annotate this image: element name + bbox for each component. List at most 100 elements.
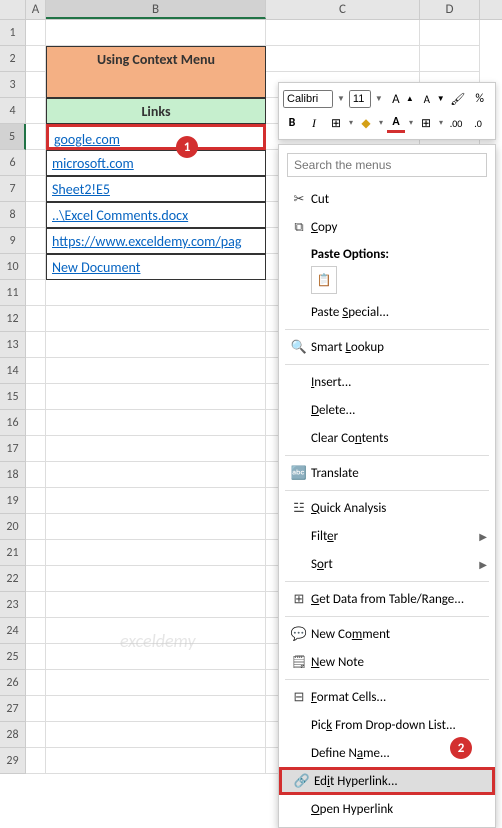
row-header[interactable]: 16 <box>0 410 26 436</box>
clear-contents-item[interactable]: Clear Contents <box>279 424 495 452</box>
dropdown-icon[interactable]: ▾ <box>349 118 353 128</box>
hyperlink[interactable]: google.com <box>54 131 120 148</box>
link-cell[interactable]: ..\Excel Comments.docx <box>46 202 266 228</box>
cell[interactable] <box>46 462 266 488</box>
cell[interactable] <box>26 20 46 46</box>
bold-button[interactable]: B <box>283 113 301 133</box>
cell[interactable] <box>26 384 46 410</box>
delete-item[interactable]: Delete... <box>279 396 495 424</box>
new-note-item[interactable]: 🗒New Note <box>279 648 495 676</box>
link-cell[interactable]: New Document <box>46 254 266 280</box>
row-header[interactable]: 21 <box>0 540 26 566</box>
row-header[interactable]: 18 <box>0 462 26 488</box>
sort-item[interactable]: Sort▶ <box>279 550 495 578</box>
hyperlink[interactable]: New Document <box>52 259 140 276</box>
cell[interactable] <box>46 332 266 358</box>
row-header[interactable]: 4 <box>0 98 26 124</box>
font-color-button[interactable]: A <box>387 113 405 133</box>
fill-color-button[interactable]: ◆ <box>357 113 375 133</box>
increase-font-button[interactable]: A <box>387 89 405 109</box>
hyperlink[interactable]: ..\Excel Comments.docx <box>52 207 188 224</box>
cell[interactable] <box>26 748 46 774</box>
cell[interactable] <box>26 332 46 358</box>
col-header-b[interactable]: B <box>46 0 266 19</box>
dropdown-icon[interactable]: ▾ <box>409 118 413 128</box>
row-header[interactable]: 6 <box>0 150 26 176</box>
translate-item[interactable]: 🔤Translate <box>279 459 495 487</box>
cell[interactable] <box>26 254 46 280</box>
cell[interactable] <box>26 410 46 436</box>
cell[interactable] <box>26 176 46 202</box>
row-header[interactable]: 3 <box>0 72 26 98</box>
cell[interactable] <box>46 644 266 670</box>
paste-icon-button[interactable]: 📋 <box>311 266 337 294</box>
cell[interactable] <box>26 436 46 462</box>
cell[interactable] <box>46 436 266 462</box>
cell[interactable] <box>46 410 266 436</box>
cell[interactable] <box>420 46 480 72</box>
row-header[interactable]: 9 <box>0 228 26 254</box>
cell[interactable] <box>26 462 46 488</box>
row-header[interactable]: 27 <box>0 696 26 722</box>
cell[interactable] <box>46 514 266 540</box>
cut-item[interactable]: ✂Cut <box>279 185 495 213</box>
cell[interactable] <box>420 20 480 46</box>
cell[interactable] <box>46 696 266 722</box>
cell[interactable] <box>26 150 46 176</box>
cell[interactable] <box>46 722 266 748</box>
row-header[interactable]: 19 <box>0 488 26 514</box>
row-header[interactable]: 20 <box>0 514 26 540</box>
insert-item[interactable]: Insert... <box>279 368 495 396</box>
paste-special-item[interactable]: Paste Special... <box>279 298 495 326</box>
row-header[interactable]: 24 <box>0 618 26 644</box>
row-header[interactable]: 17 <box>0 436 26 462</box>
cell[interactable] <box>26 358 46 384</box>
cell[interactable] <box>46 20 266 46</box>
edit-hyperlink-item[interactable]: 🔗Edit Hyperlink... <box>279 767 495 795</box>
row-header[interactable]: 10 <box>0 254 26 280</box>
smart-lookup-item[interactable]: 🔍Smart Lookup <box>279 333 495 361</box>
row-header[interactable]: 28 <box>0 722 26 748</box>
dropdown-icon[interactable]: ▾ <box>439 118 443 128</box>
link-cell[interactable]: https://www.exceldemy.com/pag <box>46 228 266 254</box>
row-header[interactable]: 15 <box>0 384 26 410</box>
cell[interactable] <box>46 592 266 618</box>
filter-item[interactable]: Filter▶ <box>279 522 495 550</box>
get-data-item[interactable]: ⊞Get Data from Table/Range... <box>279 585 495 613</box>
row-header[interactable]: 2 <box>0 46 26 72</box>
link-cell[interactable]: Sheet2!E5 <box>46 176 266 202</box>
cell[interactable] <box>46 358 266 384</box>
dropdown-icon[interactable]: ▾ <box>379 118 383 128</box>
open-hyperlink-item[interactable]: Open Hyperlink <box>279 795 495 823</box>
border-button[interactable]: ⊞ <box>327 113 345 133</box>
links-header-cell[interactable]: Links <box>46 98 266 124</box>
decimal-button[interactable]: .0 <box>469 113 487 133</box>
format-cells-item[interactable]: ⊟Format Cells... <box>279 683 495 711</box>
cell[interactable] <box>26 722 46 748</box>
row-header[interactable]: 7 <box>0 176 26 202</box>
col-header-d[interactable]: D <box>420 0 480 19</box>
dropdown-icon[interactable]: ▼ <box>375 94 383 104</box>
cell[interactable] <box>26 540 46 566</box>
link-cell-selected[interactable]: google.com <box>46 124 266 150</box>
col-header-c[interactable]: C <box>266 0 420 19</box>
title-cell-merged[interactable] <box>46 72 266 98</box>
cell[interactable] <box>26 280 46 306</box>
hyperlink[interactable]: microsoft.com <box>52 155 134 172</box>
cell[interactable] <box>26 306 46 332</box>
cell[interactable] <box>26 72 46 98</box>
cell[interactable] <box>46 566 266 592</box>
cell[interactable] <box>266 20 420 46</box>
cell[interactable] <box>26 124 46 150</box>
cell[interactable] <box>26 228 46 254</box>
cell[interactable] <box>46 618 266 644</box>
row-header[interactable]: 8 <box>0 202 26 228</box>
cell[interactable] <box>46 748 266 774</box>
row-header[interactable]: 23 <box>0 592 26 618</box>
row-header[interactable]: 29 <box>0 748 26 774</box>
row-header[interactable]: 5 <box>0 124 26 150</box>
cell[interactable] <box>46 306 266 332</box>
cell[interactable] <box>46 488 266 514</box>
menu-search-input[interactable] <box>287 153 487 177</box>
col-header-a[interactable]: A <box>26 0 46 19</box>
